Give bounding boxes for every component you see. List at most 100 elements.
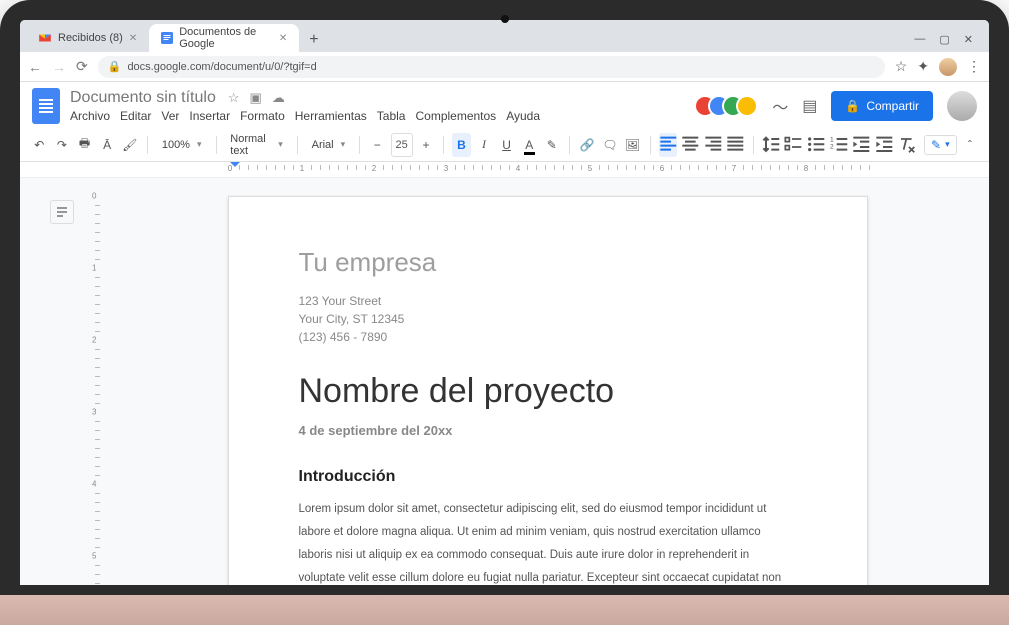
svg-text:2: 2 [830,143,834,150]
history-icon[interactable]: 〜 [772,94,788,118]
undo-icon[interactable]: ↶ [30,133,49,157]
text-color-button[interactable]: A [520,133,539,157]
indent-increase-icon[interactable] [875,133,894,157]
maximize-icon[interactable]: ▢ [939,33,949,46]
close-icon[interactable]: ✕ [279,33,287,44]
move-icon[interactable]: ▣ [250,90,262,106]
align-right-icon[interactable] [704,133,723,157]
close-icon[interactable]: ✕ [964,33,973,46]
project-title[interactable]: Nombre del proyecto [299,372,797,411]
print-icon[interactable]: 🖶 [75,133,94,157]
gmail-icon [38,31,52,45]
menu-file[interactable]: Archivo [70,109,110,123]
tab-label: Documentos de Google [179,26,273,50]
font-select[interactable]: Arial [306,137,352,153]
bulleted-list-icon[interactable] [807,133,826,157]
browser-tab-gmail[interactable]: Recibidos (8) ✕ [26,24,149,52]
profile-avatar[interactable] [939,58,957,76]
cloud-icon[interactable]: ☁ [272,90,285,106]
menu-insert[interactable]: Insertar [189,109,230,123]
docs-icon [161,31,173,45]
document-page[interactable]: Tu empresa 123 Your Street Your City, ST… [228,196,868,585]
menu-icon[interactable]: ⋮ [967,58,981,76]
clear-format-icon[interactable] [897,133,916,157]
lock-icon: 🔒 [108,60,122,73]
menu-table[interactable]: Tabla [377,109,406,123]
font-size-decrease[interactable]: − [368,133,387,157]
company-heading[interactable]: Tu empresa [299,247,797,278]
phone-line[interactable]: (123) 456 - 7890 [299,328,797,346]
formatting-toolbar: ↶ ↷ 🖶 Ᾱ 🖌 100% Normal text Arial − 25 + … [20,128,989,162]
spellcheck-icon[interactable]: Ᾱ [98,133,117,157]
extensions-icon[interactable]: ✦ [917,58,929,76]
collaborators[interactable] [694,95,758,117]
menu-bar: Archivo Editar Ver Insertar Formato Herr… [70,109,540,123]
align-center-icon[interactable] [681,133,700,157]
url-text: docs.google.com/document/u/0/?tgif=d [127,61,316,73]
browser-tab-docs[interactable]: Documentos de Google ✕ [149,24,299,52]
menu-view[interactable]: Ver [161,109,179,123]
share-label: Compartir [866,99,919,113]
line-spacing-icon[interactable] [762,133,781,157]
numbered-list-icon[interactable]: 12 [830,133,849,157]
project-date[interactable]: 4 de septiembre del 20xx [299,423,797,438]
menu-addons[interactable]: Complementos [415,109,496,123]
docs-header: Documento sin título ☆ ▣ ☁ Archivo Edita… [20,82,989,124]
menu-help[interactable]: Ayuda [506,109,540,123]
document-canvas: 012345 Tu empresa 123 Your Street Your C… [20,178,989,585]
docs-logo-icon[interactable] [32,88,60,124]
redo-icon[interactable]: ↷ [53,133,72,157]
forward-icon[interactable]: → [52,59,66,75]
align-justify-icon[interactable] [726,133,745,157]
comment-icon[interactable]: ▤ [802,96,817,116]
checklist-icon[interactable] [784,133,803,157]
collapse-icon[interactable]: ˆ [961,133,980,157]
menu-edit[interactable]: Editar [120,109,151,123]
address-line1[interactable]: 123 Your Street [299,292,797,310]
account-avatar[interactable] [947,91,977,121]
editing-mode-button[interactable]: ✎▾ [924,135,957,155]
share-button[interactable]: 🔒 Compartir [831,91,933,121]
font-size-increase[interactable]: + [417,133,436,157]
star-icon[interactable]: ☆ [895,58,908,76]
link-icon[interactable]: 🔗 [578,133,597,157]
highlight-button[interactable]: ✎ [543,133,562,157]
back-icon[interactable]: ← [28,59,42,75]
browser-tab-strip: Recibidos (8) ✕ Documentos de Google ✕ +… [20,20,989,52]
paint-format-icon[interactable]: 🖌 [120,133,139,157]
align-left-icon[interactable] [659,133,678,157]
new-tab-button[interactable]: + [299,31,328,52]
star-icon[interactable]: ☆ [228,90,240,106]
reload-icon[interactable]: ⟳ [76,58,88,75]
minimize-icon[interactable]: — [914,33,925,46]
image-icon[interactable]: 🖼 [623,133,642,157]
lock-icon: 🔒 [845,99,860,113]
window-controls: — ▢ ✕ [904,33,983,52]
style-select[interactable]: Normal text [224,131,289,159]
tab-label: Recibidos (8) [58,32,123,44]
font-size-value[interactable]: 25 [391,133,413,157]
menu-format[interactable]: Formato [240,109,285,123]
pencil-icon: ✎ [931,138,941,152]
menu-tools[interactable]: Herramientas [295,109,367,123]
address-line2[interactable]: Your City, ST 12345 [299,310,797,328]
screen: Recibidos (8) ✕ Documentos de Google ✕ +… [20,20,989,585]
indent-decrease-icon[interactable] [852,133,871,157]
address-field[interactable]: 🔒 docs.google.com/document/u/0/?tgif=d [98,56,885,78]
underline-button[interactable]: U [497,133,516,157]
body-paragraph[interactable]: Lorem ipsum dolor sit amet, consectetur … [299,498,797,585]
avatar [736,95,758,117]
comment-add-icon[interactable]: 🗨 [601,133,620,157]
vertical-ruler[interactable]: 012345 [90,196,106,585]
webcam-dot [501,15,509,23]
outline-toggle-icon[interactable] [50,200,74,224]
laptop-frame: Recibidos (8) ✕ Documentos de Google ✕ +… [0,0,1009,625]
document-title[interactable]: Documento sin título [70,89,216,107]
zoom-select[interactable]: 100% [156,137,208,153]
close-icon[interactable]: ✕ [129,33,137,44]
bold-button[interactable]: B [452,133,471,157]
laptop-base [0,595,1009,625]
italic-button[interactable]: I [475,133,494,157]
horizontal-ruler[interactable]: 012345678 [20,162,989,178]
section-heading[interactable]: Introducción [299,468,797,486]
